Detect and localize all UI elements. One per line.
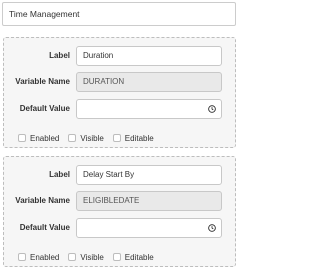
enabled-label: Enabled <box>30 133 60 143</box>
label-caption: Label <box>49 170 70 179</box>
visible-label: Visible <box>80 133 104 143</box>
default-value-caption: Default Value <box>19 104 70 113</box>
options-checkbox-group: Enabled Visible Editable <box>18 131 163 145</box>
label-caption: Label <box>49 51 70 60</box>
editable-checkbox[interactable]: Editable <box>112 133 154 143</box>
options-checkbox-group: Enabled Visible Editable <box>18 250 163 264</box>
checkbox-box[interactable] <box>68 253 77 261</box>
variable-name-input: DURATION <box>76 72 222 92</box>
checkbox-box[interactable] <box>112 253 121 261</box>
field-panel-duration: Label Duration Variable Name DURATION De… <box>3 37 236 148</box>
visible-label: Visible <box>80 252 104 262</box>
variable-name-row: Variable Name DURATION <box>4 72 235 92</box>
variable-name-caption: Variable Name <box>15 196 70 205</box>
field-panel-delay-start: Label Delay Start By Variable Name ELIGI… <box>3 156 236 267</box>
visible-checkbox[interactable]: Visible <box>68 133 104 143</box>
enabled-checkbox[interactable]: Enabled <box>18 134 59 143</box>
clock-icon[interactable] <box>208 224 216 232</box>
label-input[interactable]: Duration <box>76 46 222 66</box>
default-value-row: Default Value <box>4 99 235 119</box>
checkbox-box[interactable] <box>18 253 26 261</box>
visible-checkbox[interactable]: Visible <box>68 252 104 262</box>
variable-name-caption: Variable Name <box>15 77 70 86</box>
checkbox-box[interactable] <box>18 134 26 142</box>
label-row: Label Delay Start By <box>4 165 235 185</box>
editable-checkbox[interactable]: Editable <box>112 252 154 262</box>
section-title-field[interactable]: Time Management <box>2 2 236 26</box>
enabled-label: Enabled <box>30 252 60 262</box>
variable-name-input: ELIGIBLEDATE <box>76 191 222 211</box>
enabled-checkbox[interactable]: Enabled <box>18 253 59 262</box>
editable-label: Editable <box>124 133 154 143</box>
default-value-caption: Default Value <box>19 223 70 232</box>
variable-name-row: Variable Name ELIGIBLEDATE <box>4 191 235 211</box>
default-value-input[interactable] <box>76 99 222 119</box>
default-value-input[interactable] <box>76 218 222 238</box>
checkbox-box[interactable] <box>68 134 77 142</box>
checkbox-box[interactable] <box>112 134 121 142</box>
editable-label: Editable <box>124 252 154 262</box>
label-input[interactable]: Delay Start By <box>76 165 222 185</box>
label-row: Label Duration <box>4 46 235 66</box>
default-value-row: Default Value <box>4 218 235 238</box>
clock-icon[interactable] <box>208 105 216 113</box>
